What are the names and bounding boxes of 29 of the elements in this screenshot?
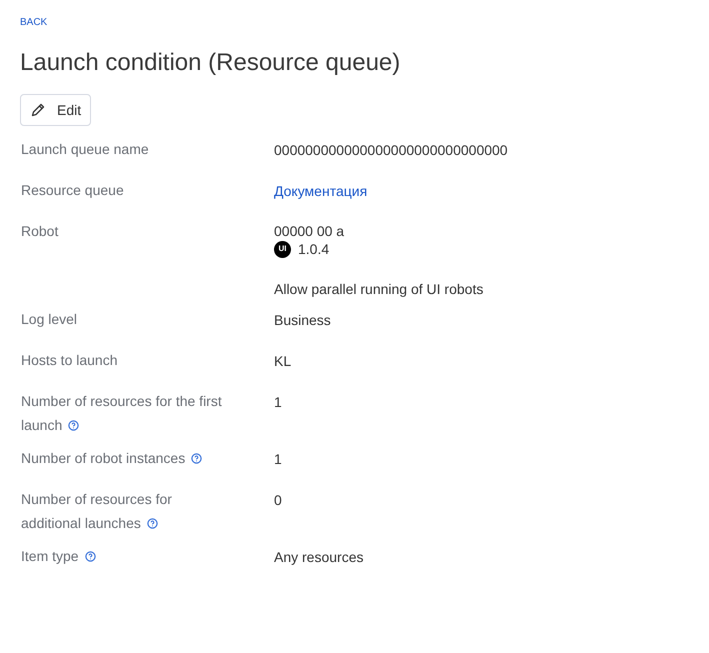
field-label: Number of robot instances — [21, 446, 233, 470]
field-label: Hosts to launch — [21, 351, 118, 370]
field-label: Number of resources for additional launches — [21, 490, 173, 533]
field-label: Robot — [21, 222, 60, 241]
ui-badge: UI — [274, 240, 291, 258]
page-title: Launch condition (Resource queue) — [20, 48, 402, 78]
help-icon[interactable] — [68, 420, 80, 431]
field-value: 000000000000000000000000000000 — [274, 142, 508, 158]
parallel-running-note: Allow parallel running of UI robots — [274, 280, 484, 298]
field-label: Log level — [21, 310, 78, 329]
robot-name: 00000 00 a — [274, 222, 346, 240]
field-label: Number of resources for the first launch — [21, 392, 223, 435]
robot-version: 1.0.4 — [298, 240, 330, 258]
field-label: Resource queue — [21, 181, 125, 200]
field-value: 1 — [274, 451, 282, 467]
pencil-icon — [30, 102, 46, 118]
field-label: Item type — [21, 544, 233, 568]
field-value: Any resources — [274, 549, 364, 565]
field-value: KL — [274, 353, 292, 369]
documentation-link[interactable]: Документация — [274, 183, 368, 199]
field-value: 1 — [274, 394, 282, 410]
help-icon[interactable] — [146, 518, 158, 529]
help-icon[interactable] — [191, 453, 202, 464]
back-link[interactable]: BACK — [20, 16, 48, 30]
edit-button[interactable]: Edit — [20, 94, 92, 126]
field-value: Business — [274, 312, 331, 328]
help-icon[interactable] — [84, 551, 96, 562]
field-label: Launch queue name — [21, 140, 150, 159]
field-value: 0 — [274, 492, 282, 508]
